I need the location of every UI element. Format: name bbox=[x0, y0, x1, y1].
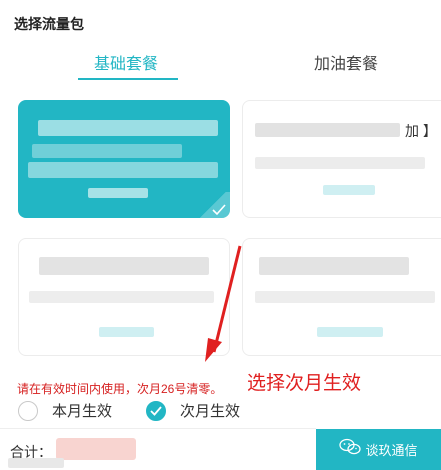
page-title: 选择流量包 bbox=[14, 16, 84, 32]
blurred-total-amount bbox=[56, 438, 136, 460]
blurred-package-title bbox=[38, 120, 218, 136]
tab-basic-package[interactable]: 基础套餐 bbox=[94, 50, 158, 74]
footer-divider bbox=[0, 428, 316, 429]
selected-check-icon bbox=[196, 192, 230, 218]
option-current-month[interactable]: 本月生效 bbox=[18, 400, 112, 421]
blurred-package-price bbox=[317, 327, 383, 337]
tab-addon-package[interactable]: 加油套餐 bbox=[314, 50, 378, 74]
option-label: 本月生效 bbox=[52, 403, 113, 420]
blurred-watermark bbox=[8, 458, 64, 468]
package-card-1[interactable] bbox=[18, 100, 230, 218]
blurred-package-price bbox=[88, 188, 148, 198]
annotation-label: 选择次月生效 bbox=[247, 373, 362, 394]
blurred-package-detail bbox=[29, 291, 214, 303]
active-tab-indicator bbox=[78, 78, 178, 80]
blurred-package-detail bbox=[32, 144, 182, 158]
blurred-package-detail bbox=[28, 162, 218, 178]
blurred-package-title bbox=[259, 257, 409, 275]
pay-button[interactable]: 谈玖通信 bbox=[316, 429, 441, 470]
validity-notice: 请在有效时间内使用，次月26号清零。 bbox=[17, 382, 223, 396]
blurred-package-price bbox=[99, 327, 154, 337]
radio-unchecked[interactable] bbox=[18, 400, 38, 421]
package-card-2[interactable]: 加 】 bbox=[242, 100, 441, 218]
option-next-month[interactable]: 次月生效 bbox=[146, 400, 240, 421]
wechat-icon bbox=[339, 438, 362, 461]
blurred-package-title bbox=[255, 123, 400, 137]
blurred-package-detail bbox=[255, 157, 425, 169]
option-label: 次月生效 bbox=[180, 403, 241, 420]
blurred-package-title bbox=[39, 257, 209, 275]
pay-button-label: 谈玖通信 bbox=[365, 443, 418, 458]
blurred-package-detail bbox=[255, 291, 435, 303]
package-card-3[interactable] bbox=[18, 238, 230, 356]
package-card-4[interactable] bbox=[242, 238, 441, 356]
blurred-package-price bbox=[323, 185, 375, 195]
package-card-tail-text: 加 】 bbox=[405, 123, 437, 139]
radio-checked-icon[interactable] bbox=[146, 400, 166, 421]
